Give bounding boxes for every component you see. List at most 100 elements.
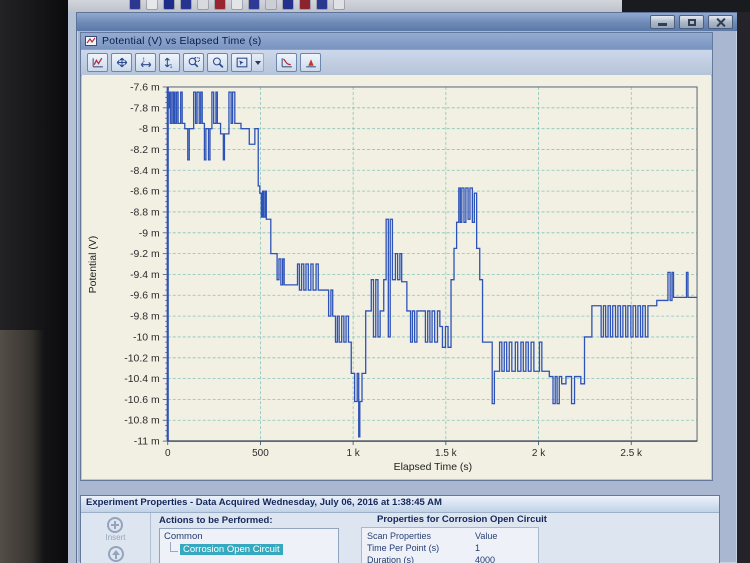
up-circle-icon xyxy=(107,546,124,562)
actions-label: Actions to be Performed: xyxy=(159,515,273,526)
svg-text:-8.8 m: -8.8 m xyxy=(130,207,160,218)
close-button[interactable] xyxy=(708,15,733,29)
svg-text:-10 m: -10 m xyxy=(133,332,160,343)
actions-button-column: Insert Up xyxy=(81,513,151,563)
svg-text:0: 0 xyxy=(165,448,171,459)
scan-property-value[interactable]: 1 xyxy=(475,542,533,554)
autoscale-x-button[interactable]: 1 xyxy=(135,53,156,72)
svg-text:-8.6 m: -8.6 m xyxy=(130,187,160,198)
svg-text:-9 m: -9 m xyxy=(139,228,160,239)
autoscale-xy-icon xyxy=(116,57,127,68)
scan-table-header-row: Scan Properties Value xyxy=(367,530,533,542)
zoom-box-button[interactable] xyxy=(183,53,204,72)
graph-toolbar: 11 xyxy=(81,50,712,76)
experiment-properties-panel: Experiment Properties - Data Acquired We… xyxy=(80,495,720,563)
svg-text:-8.2 m: -8.2 m xyxy=(130,145,160,156)
background-app-toolbar xyxy=(68,0,624,12)
scan-property-name: Duration (s) xyxy=(367,555,415,563)
curve-red-icon xyxy=(281,58,292,68)
tree-item-corrosion-open-circuit[interactable]: Corrosion Open Circuit xyxy=(180,544,283,555)
background-toolbar-icon xyxy=(317,0,327,9)
photographed-monitor: Potential (V) vs Elapsed Time (s) 11 -7.… xyxy=(0,0,750,563)
maximize-button[interactable] xyxy=(679,15,704,29)
background-toolbar-icon xyxy=(249,0,259,9)
svg-text:-7.6 m: -7.6 m xyxy=(130,82,160,93)
pan-icon xyxy=(236,57,247,68)
graph-red-icon xyxy=(92,57,103,68)
tree-item-common[interactable]: Common xyxy=(164,531,334,542)
scan-table-row: Duration (s) 4000 xyxy=(367,554,533,563)
graph-window-title: Potential (V) vs Elapsed Time (s) xyxy=(102,35,262,47)
properties-title: Properties for Corrosion Open Circuit xyxy=(377,514,547,525)
svg-text:-8.4 m: -8.4 m xyxy=(130,166,160,177)
experiment-properties-header: Experiment Properties - Data Acquired We… xyxy=(81,496,719,513)
svg-text:2 k: 2 k xyxy=(532,448,545,459)
svg-text:-9.6 m: -9.6 m xyxy=(130,291,160,302)
background-toolbar-icon xyxy=(198,0,208,9)
pan-tool-caret[interactable] xyxy=(252,53,264,72)
background-toolbar-icon xyxy=(300,0,310,9)
peak-marker-button[interactable] xyxy=(300,53,321,72)
svg-text:1: 1 xyxy=(169,64,172,69)
graph-properties-button[interactable] xyxy=(87,53,108,72)
scan-property-value[interactable]: 4000 xyxy=(475,554,533,563)
app-window: Potential (V) vs Elapsed Time (s) 11 -7.… xyxy=(76,12,738,563)
svg-text:-10.8 m: -10.8 m xyxy=(124,416,160,427)
pan-tool-button[interactable] xyxy=(231,53,252,72)
svg-text:1 k: 1 k xyxy=(346,448,359,459)
svg-text:-10.6 m: -10.6 m xyxy=(124,395,160,406)
graph-window-titlebar: Potential (V) vs Elapsed Time (s) xyxy=(81,33,712,50)
zoom-in-icon xyxy=(212,57,223,68)
svg-text:Elapsed Time (s): Elapsed Time (s) xyxy=(394,462,473,473)
svg-text:1.5 k: 1.5 k xyxy=(435,448,457,459)
window-titlebar xyxy=(77,13,737,31)
background-toolbar-icon xyxy=(147,0,157,9)
svg-text:-8 m: -8 m xyxy=(139,124,160,135)
insert-action-button[interactable]: Insert xyxy=(105,517,126,542)
svg-text:-9.4 m: -9.4 m xyxy=(130,270,160,281)
chart-canvas[interactable]: -7.6 m -7.8 m -8 m -8.2 m -8.4 m -8.6 m -8.8 m… xyxy=(82,75,711,479)
background-toolbar-icon xyxy=(164,0,174,9)
background-toolbar-icon xyxy=(334,0,344,9)
tree-item-row: Corrosion Open Circuit xyxy=(170,542,334,555)
maximize-icon xyxy=(687,18,696,26)
svg-text:2.5 k: 2.5 k xyxy=(620,448,642,459)
svg-text:-7.8 m: -7.8 m xyxy=(130,103,160,114)
svg-text:-9.8 m: -9.8 m xyxy=(130,312,160,323)
autoscale-x-icon: 1 xyxy=(140,57,151,68)
actions-tree: Common Corrosion Open Circuit xyxy=(159,528,339,563)
experiment-properties-body: Insert Up Actions to be Performed: Commo… xyxy=(81,513,719,563)
monitor-bezel-right xyxy=(737,0,750,563)
minimize-icon xyxy=(658,23,667,26)
svg-text:500: 500 xyxy=(252,448,269,459)
mini-chart-icon xyxy=(85,36,97,46)
potential-vs-time-chart[interactable]: -7.6 m -7.8 m -8 m -8.2 m -8.4 m -8.6 m -8.8 m… xyxy=(82,75,711,479)
overlay-curve-button[interactable] xyxy=(276,53,297,72)
minimize-button[interactable] xyxy=(650,15,675,29)
svg-text:-11 m: -11 m xyxy=(134,437,160,448)
zoom-button[interactable] xyxy=(207,53,228,72)
autoscale-both-button[interactable] xyxy=(111,53,132,72)
monitor-bezel-corner xyxy=(622,0,750,12)
scan-property-name: Scan Properties xyxy=(367,531,432,541)
autoscale-y-button[interactable]: 1 xyxy=(159,53,180,72)
scan-table-row: Time Per Point (s) 1 xyxy=(367,542,533,554)
plus-circle-icon xyxy=(107,517,124,533)
tree-elbow-icon xyxy=(170,542,178,552)
background-toolbar-icon xyxy=(232,0,242,9)
svg-text:-10.4 m: -10.4 m xyxy=(124,374,160,385)
scan-property-name: Time Per Point (s) xyxy=(367,543,440,553)
scan-properties-table: Scan Properties Value Time Per Point (s) 1 D… xyxy=(361,527,539,563)
graph-window: Potential (V) vs Elapsed Time (s) 11 -7.… xyxy=(80,32,713,481)
actions-section: Actions to be Performed: Common Corrosion… xyxy=(151,513,347,563)
move-up-action-button[interactable]: Up xyxy=(107,546,124,563)
screen: Potential (V) vs Elapsed Time (s) 11 -7.… xyxy=(68,0,738,563)
background-toolbar-icon xyxy=(130,0,140,9)
background-toolbar-icon xyxy=(266,0,276,9)
background-wall xyxy=(0,330,44,563)
properties-section: Properties for Corrosion Open Circuit Sc… xyxy=(347,513,719,563)
zoom-window-icon xyxy=(188,57,200,68)
svg-text:-9.2 m: -9.2 m xyxy=(130,249,160,260)
background-toolbar-icon xyxy=(181,0,191,9)
peak-red-icon xyxy=(305,59,316,68)
